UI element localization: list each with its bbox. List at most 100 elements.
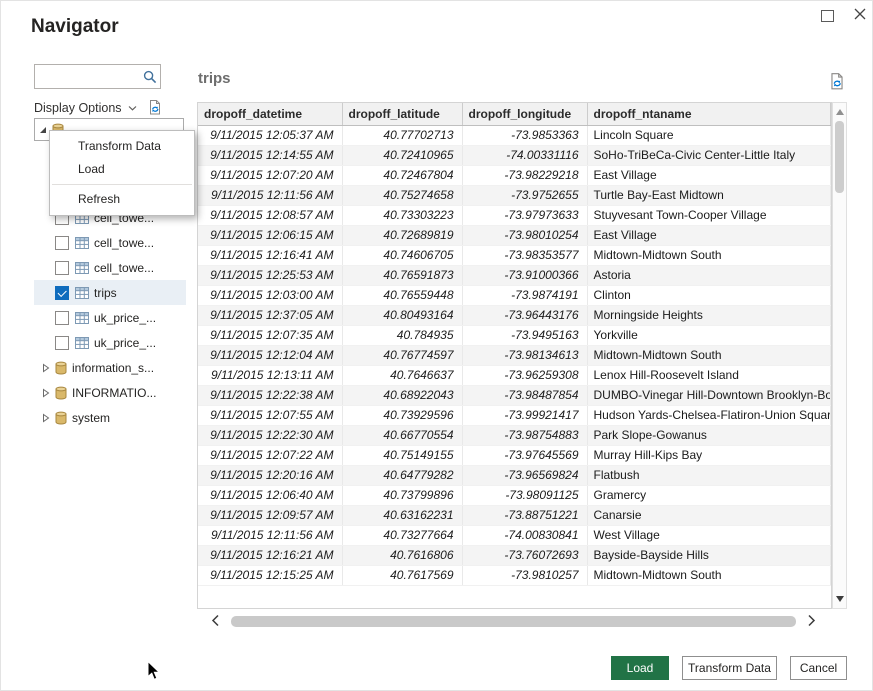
checkbox[interactable] [55, 286, 69, 300]
table-cell: Midtown-Midtown South [587, 565, 831, 585]
menu-item-load[interactable]: Load [50, 158, 194, 181]
table-cell: 9/11/2015 12:07:20 AM [198, 165, 342, 185]
horizontal-scrollbar[interactable] [197, 612, 832, 631]
scroll-left-icon[interactable] [211, 614, 220, 630]
table-cell: -73.96569824 [462, 465, 587, 485]
refresh-preview-icon[interactable] [828, 72, 846, 94]
vertical-scroll-thumb[interactable] [835, 121, 844, 193]
table-cell: Stuyvesant Town-Cooper Village [587, 205, 831, 225]
table-row[interactable]: 9/11/2015 12:07:22 AM40.75149155-73.9764… [198, 445, 831, 465]
table-cell: -73.98353577 [462, 245, 587, 265]
tree-item-cell-towe[interactable]: cell_towe... [34, 255, 186, 280]
table-cell: Canarsie [587, 505, 831, 525]
tree-item-uk-price[interactable]: uk_price_... [34, 305, 186, 330]
display-options-dropdown[interactable]: Display Options [34, 101, 137, 115]
table-cell: 40.77702713 [342, 125, 462, 145]
table-row[interactable]: 9/11/2015 12:07:55 AM40.73929596-73.9992… [198, 405, 831, 425]
table-cell: 40.72410965 [342, 145, 462, 165]
search-icon[interactable] [140, 70, 160, 84]
table-cell: -73.9752655 [462, 185, 587, 205]
table-cell: East Village [587, 165, 831, 185]
table-cell: -73.9853363 [462, 125, 587, 145]
close-icon[interactable] [852, 7, 868, 23]
vertical-scrollbar[interactable] [832, 102, 847, 609]
table-row[interactable]: 9/11/2015 12:15:25 AM40.7617569-73.98102… [198, 565, 831, 585]
table-cell: -73.96443176 [462, 305, 587, 325]
table-row[interactable]: 9/11/2015 12:11:56 AM40.73277664-74.0083… [198, 525, 831, 545]
tree-item-label: information_s... [72, 361, 154, 375]
expand-arrow-icon[interactable] [42, 413, 51, 423]
column-header-dropoff-ntaname[interactable]: dropoff_ntaname [587, 103, 831, 125]
load-button[interactable]: Load [611, 656, 669, 680]
database-icon [55, 361, 67, 375]
table-row[interactable]: 9/11/2015 12:12:04 AM40.76774597-73.9813… [198, 345, 831, 365]
preview-header-row: dropoff_datetimedropoff_latitudedropoff_… [198, 103, 831, 125]
tree-item-cell-towe[interactable]: cell_towe... [34, 230, 186, 255]
table-cell: -73.91000366 [462, 265, 587, 285]
expand-arrow-icon[interactable] [42, 388, 51, 398]
column-header-dropoff-latitude[interactable]: dropoff_latitude [342, 103, 462, 125]
column-header-dropoff-longitude[interactable]: dropoff_longitude [462, 103, 587, 125]
scroll-up-icon[interactable] [836, 109, 844, 115]
table-cell: Gramercy [587, 485, 831, 505]
tree-item-trips[interactable]: trips [34, 280, 186, 305]
table-row[interactable]: 9/11/2015 12:07:20 AM40.72467804-73.9822… [198, 165, 831, 185]
table-row[interactable]: 9/11/2015 12:16:41 AM40.74606705-73.9835… [198, 245, 831, 265]
menu-item-refresh[interactable]: Refresh [50, 188, 194, 211]
cancel-button[interactable]: Cancel [790, 656, 847, 680]
checkbox[interactable] [55, 236, 69, 250]
table-row[interactable]: 9/11/2015 12:09:57 AM40.63162231-73.8875… [198, 505, 831, 525]
table-cell: 9/11/2015 12:22:30 AM [198, 425, 342, 445]
table-row[interactable]: 9/11/2015 12:06:15 AM40.72689819-73.9801… [198, 225, 831, 245]
table-row[interactable]: 9/11/2015 12:07:35 AM40.784935-73.949516… [198, 325, 831, 345]
table-cell: -73.76072693 [462, 545, 587, 565]
table-row[interactable]: 9/11/2015 12:16:21 AM40.7616806-73.76072… [198, 545, 831, 565]
table-row[interactable]: 9/11/2015 12:11:56 AM40.75274658-73.9752… [198, 185, 831, 205]
table-cell: -73.9810257 [462, 565, 587, 585]
table-row[interactable]: 9/11/2015 12:22:38 AM40.68922043-73.9848… [198, 385, 831, 405]
table-row[interactable]: 9/11/2015 12:08:57 AM40.73303223-73.9797… [198, 205, 831, 225]
checkbox[interactable] [55, 336, 69, 350]
table-row[interactable]: 9/11/2015 12:25:53 AM40.76591873-73.9100… [198, 265, 831, 285]
refresh-preview-icon[interactable] [147, 99, 163, 119]
mouse-cursor [147, 661, 161, 686]
table-row[interactable]: 9/11/2015 12:13:11 AM40.7646637-73.96259… [198, 365, 831, 385]
table-cell: 9/11/2015 12:03:00 AM [198, 285, 342, 305]
table-row[interactable]: 9/11/2015 12:20:16 AM40.64779282-73.9656… [198, 465, 831, 485]
column-header-dropoff-datetime[interactable]: dropoff_datetime [198, 103, 342, 125]
menu-item-transform-data[interactable]: Transform Data [50, 135, 194, 158]
scroll-down-icon[interactable] [836, 596, 844, 602]
search-input[interactable] [35, 65, 140, 88]
checkbox[interactable] [55, 311, 69, 325]
table-row[interactable]: 9/11/2015 12:03:00 AM40.76559448-73.9874… [198, 285, 831, 305]
table-cell: 9/11/2015 12:11:56 AM [198, 525, 342, 545]
table-cell: 40.66770554 [342, 425, 462, 445]
table-cell: -73.96259308 [462, 365, 587, 385]
expanded-arrow-icon[interactable] [39, 121, 47, 139]
maximize-icon[interactable] [821, 10, 834, 22]
table-row[interactable]: 9/11/2015 12:05:37 AM40.77702713-73.9853… [198, 125, 831, 145]
horizontal-scroll-thumb[interactable] [231, 616, 796, 627]
table-cell: 9/11/2015 12:14:55 AM [198, 145, 342, 165]
scroll-right-icon[interactable] [807, 614, 816, 630]
expand-arrow-icon[interactable] [42, 363, 51, 373]
table-row[interactable]: 9/11/2015 12:06:40 AM40.73799896-73.9809… [198, 485, 831, 505]
tree-folder-informatio[interactable]: INFORMATIO... [34, 380, 186, 405]
table-cell: 40.73303223 [342, 205, 462, 225]
table-icon [75, 262, 89, 274]
checkbox[interactable] [55, 261, 69, 275]
tree-folder-information-s[interactable]: information_s... [34, 355, 186, 380]
table-cell: 40.63162231 [342, 505, 462, 525]
table-cell: 40.73799896 [342, 485, 462, 505]
transform-data-button[interactable]: Transform Data [682, 656, 777, 680]
table-cell: -73.88751221 [462, 505, 587, 525]
table-row[interactable]: 9/11/2015 12:14:55 AM40.72410965-74.0033… [198, 145, 831, 165]
table-cell: 40.72467804 [342, 165, 462, 185]
table-cell: -73.98134613 [462, 345, 587, 365]
tree-folder-system[interactable]: system [34, 405, 186, 430]
navigator-tree: cell_towe...cell_towe...cell_towe...trip… [34, 205, 186, 430]
table-row[interactable]: 9/11/2015 12:37:05 AM40.80493164-73.9644… [198, 305, 831, 325]
tree-item-uk-price[interactable]: uk_price_... [34, 330, 186, 355]
table-row[interactable]: 9/11/2015 12:22:30 AM40.66770554-73.9875… [198, 425, 831, 445]
table-cell: 40.72689819 [342, 225, 462, 245]
